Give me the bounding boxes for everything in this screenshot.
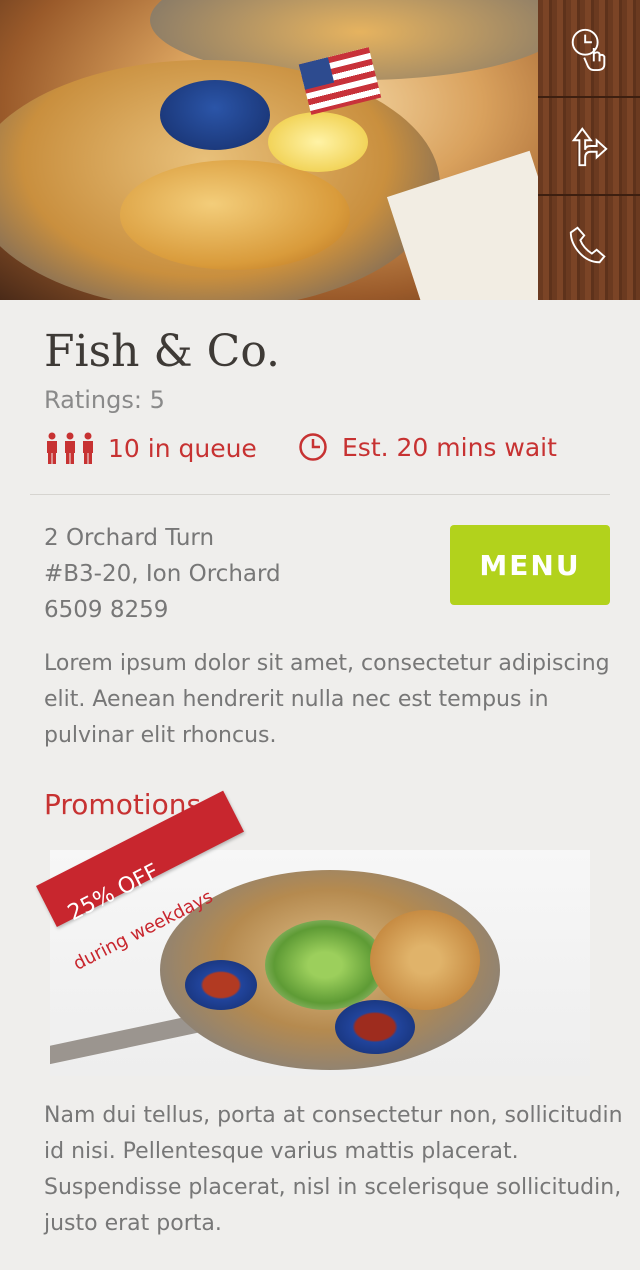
directions-icon (571, 127, 608, 167)
directions-button[interactable] (538, 98, 640, 196)
hero-food-photo (0, 0, 538, 300)
divider (30, 494, 610, 495)
phone-number[interactable]: 6509 8259 (44, 592, 281, 628)
people-icon (47, 432, 93, 464)
call-button[interactable] (538, 196, 640, 294)
queue-status: 10 in queue (44, 432, 257, 464)
ratings-text: Ratings: 5 (44, 386, 165, 414)
clock-icon (299, 433, 327, 461)
phone-icon (569, 226, 606, 264)
address-line-1: 2 Orchard Turn (44, 525, 215, 551)
queue-button[interactable] (538, 0, 640, 98)
address-block: 2 Orchard Turn #B3-20, Ion Orchard 6509 … (44, 520, 281, 628)
restaurant-name: Fish & Co. (44, 326, 281, 377)
action-sidebar (538, 0, 640, 300)
discount-ribbon: 25% OFF during weekdays (36, 790, 244, 975)
address-line-2: #B3-20, Ion Orchard (44, 561, 281, 587)
promotion-description: Nam dui tellus, porta at consectetur non… (44, 1103, 623, 1236)
queue-text: 10 in queue (108, 433, 257, 463)
clock-tap-icon (571, 28, 606, 71)
restaurant-description: Lorem ipsum dolor sit amet, consectetur … (44, 651, 610, 748)
wait-text: Est. 20 mins wait (342, 432, 557, 462)
menu-button[interactable]: MENU (450, 525, 610, 605)
wait-status: Est. 20 mins wait (298, 432, 557, 462)
